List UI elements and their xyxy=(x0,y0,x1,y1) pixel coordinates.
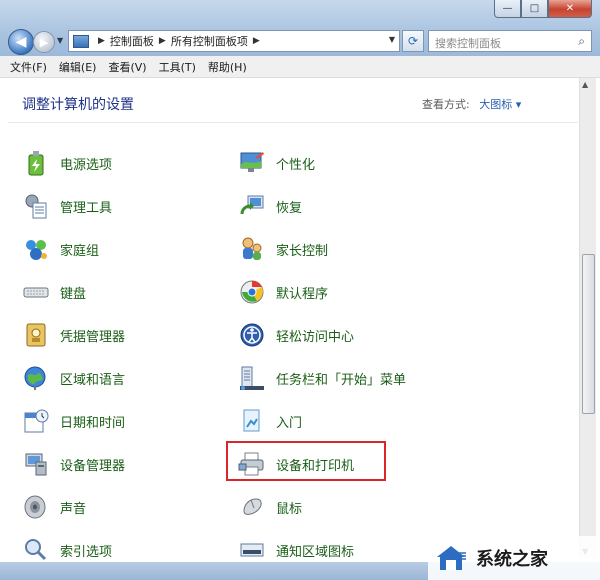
scroll-thumb[interactable] xyxy=(582,254,595,414)
taskbar-start-menu-icon xyxy=(238,364,266,392)
close-button[interactable]: ✕ xyxy=(548,0,592,18)
view-by-dropdown[interactable]: 大图标 ▾ xyxy=(479,98,521,111)
item-sound[interactable]: 声音 xyxy=(22,490,86,524)
maximize-button[interactable]: □ xyxy=(521,0,548,18)
notification-area-icon xyxy=(238,536,266,564)
menu-help[interactable]: 帮助(H) xyxy=(208,59,247,75)
item-taskbar-start-menu[interactable]: 任务栏和「开始」菜单 xyxy=(238,361,406,395)
vertical-scrollbar[interactable]: ▲ ▼ xyxy=(579,78,596,558)
address-bar[interactable]: ▶ 控制面板 ▶ 所有控制面板项 ▶ ▼ xyxy=(68,30,400,52)
item-label: 电源选项 xyxy=(60,157,113,173)
region-language-icon xyxy=(22,364,50,392)
item-region-language[interactable]: 区域和语言 xyxy=(22,361,125,395)
breadcrumb-control-panel[interactable]: 控制面板 xyxy=(110,33,154,49)
forward-button[interactable]: ▶ xyxy=(33,31,55,53)
item-device-manager[interactable]: 设备管理器 xyxy=(22,447,125,481)
watermark: 系统之家 xyxy=(428,536,600,580)
highlight-box xyxy=(226,441,386,481)
item-ease-of-access[interactable]: 轻松访问中心 xyxy=(238,318,354,352)
search-placeholder: 搜索控制面板 xyxy=(435,37,501,50)
view-by: 查看方式: 大图标 ▾ xyxy=(422,96,521,112)
arrow-right-icon: ▶ xyxy=(39,35,49,49)
admin-tools-icon xyxy=(22,192,50,220)
item-homegroup[interactable]: 家庭组 xyxy=(22,232,99,266)
back-button[interactable]: ◀ xyxy=(8,29,34,55)
getting-started-icon xyxy=(238,407,266,435)
item-label: 设备管理器 xyxy=(60,458,126,474)
item-personalization[interactable]: 个性化 xyxy=(238,146,315,180)
content-area: 调整计算机的设置 查看方式: 大图标 ▾ 电源选项 管理工具 家庭组 键盘 凭据… xyxy=(0,78,600,564)
menu-view[interactable]: 查看(V) xyxy=(108,59,146,75)
item-credential-manager[interactable]: 凭据管理器 xyxy=(22,318,125,352)
item-label: 索引选项 xyxy=(60,544,113,560)
parental-controls-icon xyxy=(238,235,266,263)
date-time-icon xyxy=(22,407,50,435)
default-programs-icon xyxy=(238,278,266,306)
breadcrumb-separator-icon[interactable]: ▶ xyxy=(253,36,260,46)
search-icon[interactable]: ⌕ xyxy=(578,34,585,49)
menu-file[interactable]: 文件(F) xyxy=(10,59,47,75)
recovery-icon xyxy=(238,192,266,220)
sound-icon xyxy=(22,493,50,521)
watermark-text: 系统之家 xyxy=(476,549,548,570)
watermark-logo-icon xyxy=(437,546,466,570)
mouse-icon xyxy=(238,493,266,521)
menu-edit[interactable]: 编辑(E) xyxy=(59,59,97,75)
item-mouse[interactable]: 鼠标 xyxy=(238,490,302,524)
breadcrumb-all-items[interactable]: 所有控制面板项 xyxy=(171,33,248,49)
item-parental-controls[interactable]: 家长控制 xyxy=(238,232,328,266)
scroll-up-icon[interactable]: ▲ xyxy=(582,80,588,89)
search-input[interactable]: 搜索控制面板 ⌕ xyxy=(428,30,592,52)
item-keyboard[interactable]: 键盘 xyxy=(22,275,86,309)
breadcrumb-separator-icon[interactable]: ▶ xyxy=(159,36,166,46)
item-label: 管理工具 xyxy=(60,200,113,216)
item-date-time[interactable]: 日期和时间 xyxy=(22,404,125,438)
item-label: 鼠标 xyxy=(276,501,303,517)
refresh-icon: ⟳ xyxy=(407,34,419,48)
window-titlebar: — □ ✕ ◀ ▶ ▼ ▶ 控制面板 ▶ 所有控制面板项 ▶ ▼ ⟳ 搜索控制面… xyxy=(0,0,600,56)
minimize-button[interactable]: — xyxy=(494,0,521,18)
page-title: 调整计算机的设置 xyxy=(22,97,134,113)
item-label: 键盘 xyxy=(60,286,87,302)
item-label: 入门 xyxy=(276,415,303,431)
recent-pages-dropdown[interactable]: ▼ xyxy=(57,36,63,45)
item-label: 声音 xyxy=(60,501,87,517)
item-recovery[interactable]: 恢复 xyxy=(238,189,302,223)
item-label: 通知区域图标 xyxy=(276,544,355,560)
device-manager-icon xyxy=(22,450,50,478)
item-label: 任务栏和「开始」菜单 xyxy=(276,372,407,388)
item-label: 区域和语言 xyxy=(60,372,126,388)
item-label: 家长控制 xyxy=(276,243,329,259)
personalization-icon xyxy=(238,149,266,177)
item-label: 恢复 xyxy=(276,200,303,216)
view-by-label: 查看方式: xyxy=(422,98,470,111)
credential-manager-icon xyxy=(22,321,50,349)
item-label: 凭据管理器 xyxy=(60,329,126,345)
homegroup-icon xyxy=(22,235,50,263)
refresh-button[interactable]: ⟳ xyxy=(402,30,424,52)
item-admin-tools[interactable]: 管理工具 xyxy=(22,189,112,223)
item-label: 家庭组 xyxy=(60,243,100,259)
indexing-options-icon xyxy=(22,536,50,564)
item-label: 日期和时间 xyxy=(60,415,126,431)
window-controls: — □ ✕ xyxy=(494,0,592,18)
item-label: 个性化 xyxy=(276,157,316,173)
item-label: 默认程序 xyxy=(276,286,329,302)
divider xyxy=(8,122,578,123)
arrow-left-icon: ◀ xyxy=(15,34,27,50)
menu-tools[interactable]: 工具(T) xyxy=(159,59,196,75)
control-panel-icon xyxy=(73,34,89,48)
address-history-dropdown[interactable]: ▼ xyxy=(389,35,395,44)
item-default-programs[interactable]: 默认程序 xyxy=(238,275,328,309)
keyboard-icon xyxy=(22,278,50,306)
item-getting-started[interactable]: 入门 xyxy=(238,404,302,438)
item-label: 轻松访问中心 xyxy=(276,329,355,345)
menu-bar: 文件(F) 编辑(E) 查看(V) 工具(T) 帮助(H) xyxy=(0,56,600,78)
breadcrumb-separator-icon[interactable]: ▶ xyxy=(98,36,105,46)
power-options-icon xyxy=(22,149,50,177)
ease-of-access-icon xyxy=(238,321,266,349)
item-power-options[interactable]: 电源选项 xyxy=(22,146,112,180)
